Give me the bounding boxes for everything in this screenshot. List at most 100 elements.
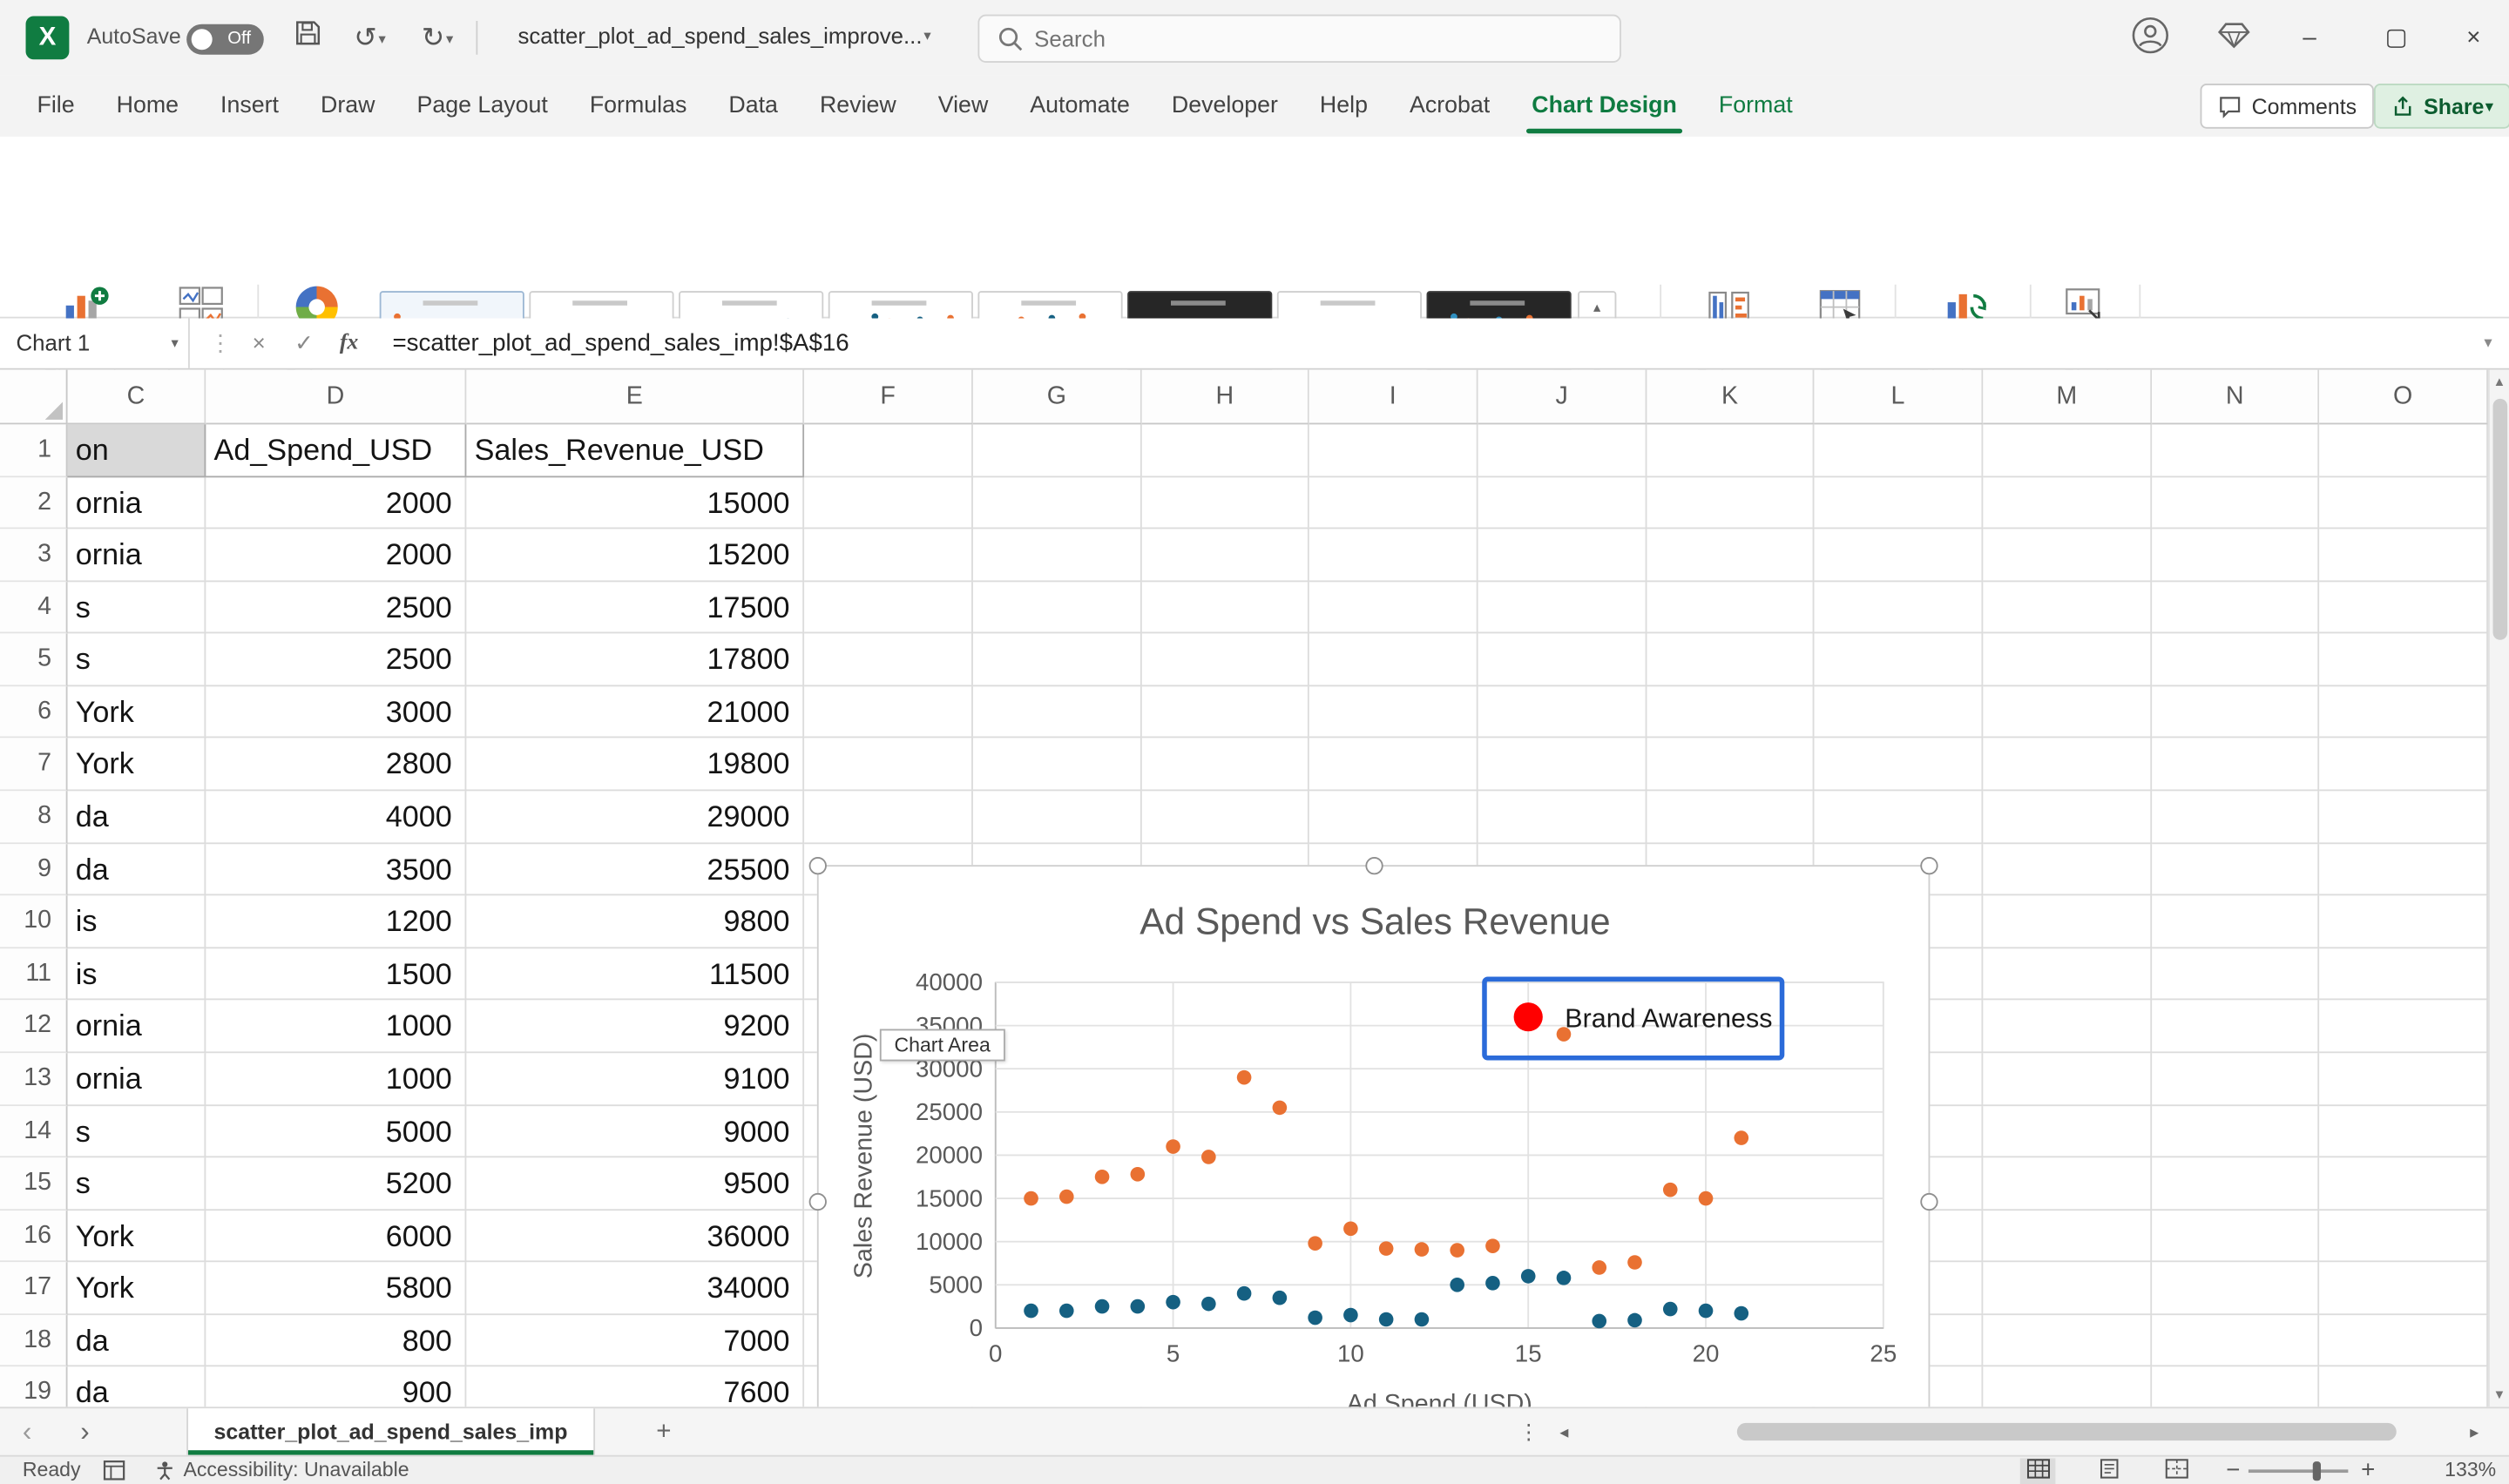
cell-C15[interactable]: s [68, 1157, 206, 1210]
cell-E11[interactable]: 11500 [466, 948, 804, 1001]
hscroll-left-icon[interactable]: ◄ [1557, 1408, 1571, 1456]
ribbon-tab-chart-design[interactable]: Chart Design [1511, 76, 1698, 137]
ribbon-tab-formulas[interactable]: Formulas [569, 76, 708, 137]
row-header-3[interactable]: 3 [0, 530, 68, 582]
cell-H3[interactable] [1142, 530, 1309, 582]
cell-L8[interactable] [1814, 791, 1983, 843]
cell-D6[interactable]: 3000 [206, 686, 466, 739]
row-header-12[interactable]: 12 [0, 1001, 68, 1053]
ribbon-tab-format[interactable]: Format [1698, 76, 1814, 137]
cell-O10[interactable] [2319, 896, 2488, 948]
cell-D8[interactable]: 4000 [206, 791, 466, 843]
row-header-14[interactable]: 14 [0, 1105, 68, 1157]
cell-D12[interactable]: 1000 [206, 1001, 466, 1053]
cell-F7[interactable] [804, 739, 973, 791]
row-header-13[interactable]: 13 [0, 1053, 68, 1105]
cell-O1[interactable] [2319, 424, 2488, 476]
cell-O14[interactable] [2319, 1105, 2488, 1157]
maximize-button[interactable]: ▢ [2361, 0, 2431, 76]
cell-N6[interactable] [2152, 686, 2319, 739]
cell-N5[interactable] [2152, 634, 2319, 686]
cell-J1[interactable] [1478, 424, 1647, 476]
column-header-E[interactable]: E [466, 370, 804, 425]
scroll-up-icon[interactable]: ▲ [2490, 370, 2509, 395]
column-header-M[interactable]: M [1983, 370, 2152, 425]
cell-I5[interactable] [1309, 634, 1478, 686]
cell-O9[interactable] [2319, 844, 2488, 896]
zoom-slider-track[interactable] [2249, 1469, 2348, 1473]
column-header-J[interactable]: J [1478, 370, 1647, 425]
cell-N12[interactable] [2152, 1001, 2319, 1053]
cell-J6[interactable] [1478, 686, 1647, 739]
cell-N19[interactable] [2152, 1367, 2319, 1406]
cell-F1[interactable] [804, 424, 973, 476]
cell-M9[interactable] [1983, 844, 2152, 896]
cell-H5[interactable] [1142, 634, 1309, 686]
cell-C8[interactable]: da [68, 791, 206, 843]
row-header-5[interactable]: 5 [0, 634, 68, 686]
cell-O12[interactable] [2319, 1001, 2488, 1053]
cell-E10[interactable]: 9800 [466, 896, 804, 948]
zoom-in-button[interactable]: + [2361, 1457, 2375, 1484]
insert-function-button[interactable]: fx [328, 319, 370, 368]
row-header-17[interactable]: 17 [0, 1263, 68, 1315]
cancel-entry-button[interactable]: × [238, 319, 280, 368]
cell-N17[interactable] [2152, 1263, 2319, 1315]
chart-object[interactable]: 0510152025050001000015000200002500030000… [817, 865, 1931, 1406]
cell-N11[interactable] [2152, 948, 2319, 1001]
hscroll-right-icon[interactable]: ► [2467, 1408, 2481, 1456]
cell-M1[interactable] [1983, 424, 2152, 476]
cell-M11[interactable] [1983, 948, 2152, 1001]
row-header-6[interactable]: 6 [0, 686, 68, 739]
cell-M3[interactable] [1983, 530, 2152, 582]
column-header-N[interactable]: N [2152, 370, 2319, 425]
column-header-G[interactable]: G [973, 370, 1142, 425]
zoom-out-button[interactable]: − [2226, 1457, 2240, 1484]
cell-O15[interactable] [2319, 1157, 2488, 1210]
search-box[interactable]: Search [977, 15, 1620, 63]
cell-L2[interactable] [1814, 477, 1983, 530]
cell-O17[interactable] [2319, 1263, 2488, 1315]
ribbon-tab-file[interactable]: File [16, 76, 95, 137]
cell-D9[interactable]: 3500 [206, 844, 466, 896]
ribbon-tab-automate[interactable]: Automate [1009, 76, 1151, 137]
row-header-11[interactable]: 11 [0, 948, 68, 1001]
share-button[interactable]: Share ▾ [2374, 84, 2509, 129]
cell-O6[interactable] [2319, 686, 2488, 739]
comments-button[interactable]: Comments [2201, 84, 2375, 129]
cell-C14[interactable]: s [68, 1105, 206, 1157]
cell-D14[interactable]: 5000 [206, 1105, 466, 1157]
cell-D10[interactable]: 1200 [206, 896, 466, 948]
cell-G5[interactable] [973, 634, 1142, 686]
ribbon-tab-developer[interactable]: Developer [1151, 76, 1299, 137]
row-header-10[interactable]: 10 [0, 896, 68, 948]
cell-I2[interactable] [1309, 477, 1478, 530]
row-header-4[interactable]: 4 [0, 582, 68, 634]
cell-F6[interactable] [804, 686, 973, 739]
column-header-H[interactable]: H [1142, 370, 1309, 425]
cell-H4[interactable] [1142, 582, 1309, 634]
cell-K6[interactable] [1647, 686, 1814, 739]
vscroll-thumb[interactable] [2493, 399, 2508, 640]
cell-I8[interactable] [1309, 791, 1478, 843]
cell-C7[interactable]: York [68, 739, 206, 791]
macro-record-icon[interactable] [103, 1460, 125, 1484]
cell-E6[interactable]: 21000 [466, 686, 804, 739]
cell-E8[interactable]: 29000 [466, 791, 804, 843]
cell-E15[interactable]: 9500 [466, 1157, 804, 1210]
ribbon-tab-draw[interactable]: Draw [300, 76, 396, 137]
autosave-toggle[interactable]: Off [186, 24, 264, 55]
cell-G6[interactable] [973, 686, 1142, 739]
sheet-nav-next-icon[interactable]: › [80, 1408, 89, 1456]
column-header-K[interactable]: K [1647, 370, 1814, 425]
zoom-slider-thumb[interactable] [2313, 1461, 2321, 1481]
expand-formula-bar-chevron-icon[interactable]: ▾ [2467, 319, 2509, 368]
cell-O2[interactable] [2319, 477, 2488, 530]
normal-view-button[interactable] [2020, 1458, 2056, 1484]
cell-K3[interactable] [1647, 530, 1814, 582]
cell-D3[interactable]: 2000 [206, 530, 466, 582]
undo-button[interactable]: ↺▾ [341, 17, 398, 59]
cell-I3[interactable] [1309, 530, 1478, 582]
cell-D19[interactable]: 900 [206, 1367, 466, 1406]
cell-K4[interactable] [1647, 582, 1814, 634]
